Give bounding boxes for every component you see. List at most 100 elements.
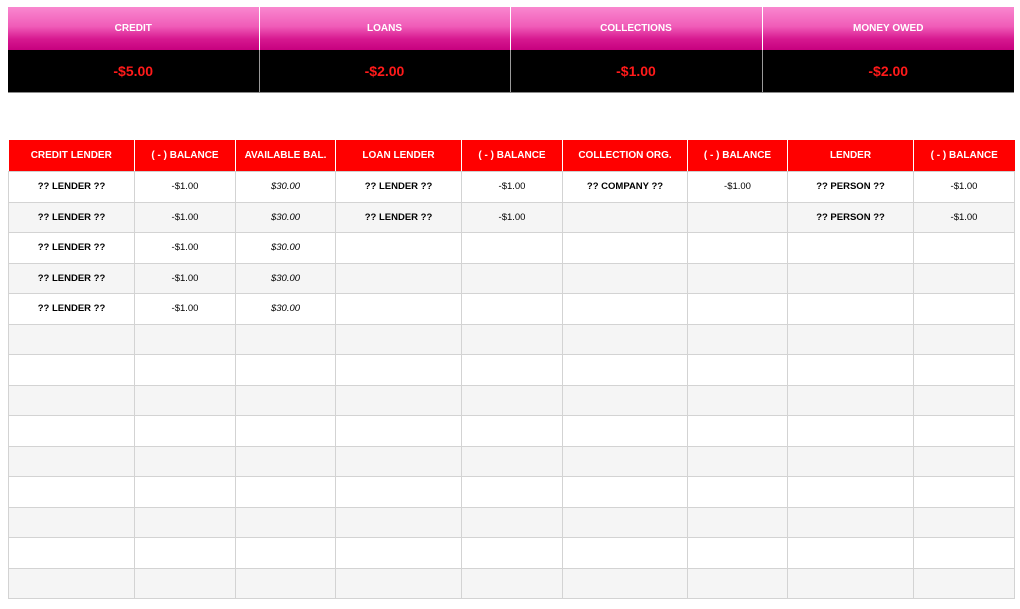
cell-loan-balance[interactable] (461, 262, 563, 294)
cell-lender-balance[interactable] (913, 262, 1015, 294)
cell-credit-balance[interactable]: -$1.00 (134, 171, 236, 203)
cell-credit-balance[interactable] (134, 323, 236, 355)
cell-available-balance[interactable] (235, 537, 336, 569)
cell-available-balance[interactable] (235, 415, 336, 447)
cell-loan-lender[interactable] (335, 415, 462, 447)
summary-header-loans[interactable]: LOANS (259, 7, 511, 50)
cell-available-balance[interactable]: $30.00 (235, 232, 336, 264)
cell-loan-lender[interactable] (335, 354, 462, 386)
cell-lender-balance[interactable] (913, 476, 1015, 508)
cell-available-balance[interactable] (235, 476, 336, 508)
cell-loan-balance[interactable] (461, 445, 563, 477)
cell-collection-org[interactable] (562, 293, 688, 325)
cell-loan-balance[interactable] (461, 537, 563, 569)
cell-collection-balance[interactable] (687, 415, 788, 447)
cell-loan-balance[interactable] (461, 506, 563, 538)
cell-credit-balance[interactable] (134, 415, 236, 447)
cell-collection-balance[interactable] (687, 293, 788, 325)
cell-loan-balance[interactable] (461, 232, 563, 264)
cell-loan-lender[interactable]: ?? LENDER ?? (335, 201, 462, 233)
cell-collection-org[interactable] (562, 506, 688, 538)
cell-loan-lender[interactable] (335, 506, 462, 538)
cell-credit-balance[interactable]: -$1.00 (134, 262, 236, 294)
header-credit-lender[interactable]: CREDIT LENDER (8, 140, 135, 172)
cell-credit-lender[interactable] (8, 354, 135, 386)
cell-lender-balance[interactable] (913, 232, 1015, 264)
summary-value-credit[interactable]: -$5.00 (8, 50, 260, 93)
cell-loan-lender[interactable] (335, 537, 462, 569)
header-collection-balance[interactable]: ( - ) BALANCE (687, 140, 788, 172)
cell-lender[interactable] (787, 354, 914, 386)
cell-lender[interactable] (787, 445, 914, 477)
cell-credit-balance[interactable]: -$1.00 (134, 293, 236, 325)
cell-loan-lender[interactable]: ?? LENDER ?? (335, 171, 462, 203)
cell-lender-balance[interactable] (913, 354, 1015, 386)
header-lender-balance[interactable]: ( - ) BALANCE (913, 140, 1015, 172)
cell-credit-balance[interactable] (134, 537, 236, 569)
cell-loan-balance[interactable] (461, 354, 563, 386)
cell-credit-lender[interactable]: ?? LENDER ?? (8, 171, 135, 203)
cell-available-balance[interactable] (235, 506, 336, 538)
cell-lender[interactable] (787, 384, 914, 416)
cell-lender-balance[interactable] (913, 415, 1015, 447)
cell-collection-balance[interactable] (687, 262, 788, 294)
cell-lender[interactable]: ?? PERSON ?? (787, 171, 914, 203)
cell-credit-balance[interactable] (134, 506, 236, 538)
cell-loan-lender[interactable] (335, 567, 462, 599)
cell-collection-balance[interactable] (687, 354, 788, 386)
cell-credit-lender[interactable] (8, 445, 135, 477)
header-loan-balance[interactable]: ( - ) BALANCE (461, 140, 563, 172)
cell-credit-balance[interactable] (134, 476, 236, 508)
summary-header-collections[interactable]: COLLECTIONS (510, 7, 763, 50)
cell-credit-lender[interactable]: ?? LENDER ?? (8, 293, 135, 325)
cell-loan-balance[interactable] (461, 384, 563, 416)
cell-available-balance[interactable]: $30.00 (235, 171, 336, 203)
header-collection-org[interactable]: COLLECTION ORG. (562, 140, 688, 172)
cell-available-balance[interactable] (235, 567, 336, 599)
summary-value-money-owed[interactable]: -$2.00 (762, 50, 1014, 93)
cell-lender[interactable] (787, 415, 914, 447)
summary-header-credit[interactable]: CREDIT (8, 7, 260, 50)
cell-collection-org[interactable] (562, 537, 688, 569)
cell-collection-org[interactable] (562, 201, 688, 233)
summary-value-collections[interactable]: -$1.00 (510, 50, 763, 93)
cell-credit-lender[interactable]: ?? LENDER ?? (8, 201, 135, 233)
cell-available-balance[interactable]: $30.00 (235, 293, 336, 325)
header-available-balance[interactable]: AVAILABLE BAL. (235, 140, 336, 172)
cell-lender-balance[interactable]: -$1.00 (913, 201, 1015, 233)
cell-loan-lender[interactable] (335, 323, 462, 355)
cell-loan-lender[interactable] (335, 262, 462, 294)
cell-available-balance[interactable] (235, 445, 336, 477)
cell-credit-balance[interactable] (134, 445, 236, 477)
cell-available-balance[interactable] (235, 384, 336, 416)
cell-loan-lender[interactable] (335, 445, 462, 477)
cell-collection-org[interactable] (562, 567, 688, 599)
header-lender[interactable]: LENDER (787, 140, 914, 172)
cell-credit-balance[interactable]: -$1.00 (134, 201, 236, 233)
cell-collection-balance[interactable] (687, 506, 788, 538)
cell-lender-balance[interactable] (913, 537, 1015, 569)
summary-value-loans[interactable]: -$2.00 (259, 50, 511, 93)
cell-available-balance[interactable] (235, 354, 336, 386)
cell-credit-balance[interactable] (134, 354, 236, 386)
cell-available-balance[interactable]: $30.00 (235, 201, 336, 233)
cell-loan-lender[interactable] (335, 293, 462, 325)
cell-collection-balance[interactable] (687, 384, 788, 416)
cell-collection-org[interactable] (562, 384, 688, 416)
cell-lender[interactable] (787, 262, 914, 294)
cell-available-balance[interactable] (235, 323, 336, 355)
cell-loan-balance[interactable]: -$1.00 (461, 201, 563, 233)
cell-collection-balance[interactable] (687, 323, 788, 355)
cell-collection-org[interactable] (562, 262, 688, 294)
cell-credit-balance[interactable] (134, 567, 236, 599)
cell-lender[interactable] (787, 232, 914, 264)
cell-lender[interactable] (787, 506, 914, 538)
cell-loan-lender[interactable] (335, 384, 462, 416)
cell-collection-org[interactable] (562, 354, 688, 386)
cell-loan-lender[interactable] (335, 476, 462, 508)
cell-loan-balance[interactable] (461, 293, 563, 325)
cell-loan-balance[interactable] (461, 415, 563, 447)
cell-loan-balance[interactable] (461, 567, 563, 599)
cell-lender[interactable] (787, 537, 914, 569)
cell-credit-lender[interactable] (8, 506, 135, 538)
